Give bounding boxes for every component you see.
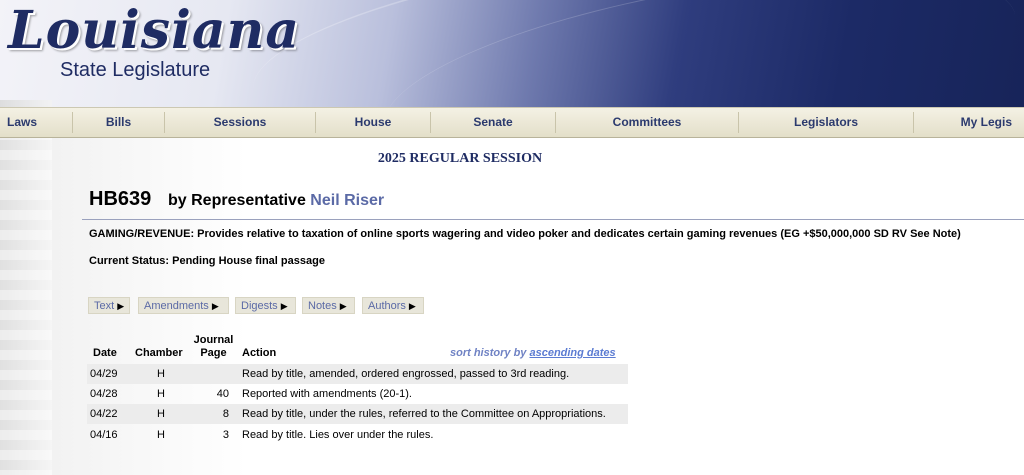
tab-amendments[interactable]: Amendments ▶ [138,297,229,314]
col-header-action: Action [242,347,277,359]
nav-legislators[interactable]: Legislators [739,108,913,137]
tab-text[interactable]: Text ▶ [88,297,130,314]
row-journal-page: 8 [222,408,229,420]
sort-prefix: sort history by [450,347,527,359]
tab-notes-label: Notes [308,300,337,312]
row-journal-page: 3 [222,429,229,441]
row-chamber: H [157,388,165,400]
representative-link[interactable]: Neil Riser [310,192,384,209]
row-action: Reported with amendments (20-1). [242,388,412,400]
tab-amendments-label: Amendments [144,300,209,312]
tab-digests[interactable]: Digests ▶ [235,297,296,314]
bill-number: HB639 [89,188,152,210]
status-value: Pending House final passage [172,255,325,267]
play-arrow-icon: ▶ [339,301,347,311]
row-chamber: H [157,408,165,420]
table-row: 04/16 H 3 Read by title. Lies over under… [87,425,628,445]
tab-authors-label: Authors [368,300,406,312]
tab-digests-label: Digests [241,300,278,312]
col-header-chamber: Chamber [135,347,183,359]
row-action: Read by title, under the rules, referred… [242,408,606,420]
row-action: Read by title, amended, ordered engrosse… [242,368,570,380]
nav-sessions[interactable]: Sessions [165,108,315,137]
sort-ascending-link[interactable]: ascending dates [529,347,615,359]
site-logo-subtitle[interactable]: State Legislature [60,59,210,82]
table-row: 04/29 H Read by title, amended, ordered … [87,364,628,384]
play-arrow-icon: ▶ [211,301,219,311]
bill-author-line: by Representative Neil Riser [168,192,384,210]
main-nav: Laws Bills Sessions House Senate Committ… [0,107,1024,138]
session-title: 2025 REGULAR SESSION [377,151,543,166]
row-date: 04/28 [90,388,118,400]
tab-notes[interactable]: Notes ▶ [302,297,355,314]
table-row: 04/28 H 40 Reported with amendments (20-… [87,384,628,404]
site-banner: Louisiana State Legislature [0,0,1024,107]
bill-status: Current Status: Pending House final pass… [89,255,325,267]
nav-senate[interactable]: Senate [431,108,555,137]
row-date: 04/22 [90,408,118,420]
col-header-page: Page [200,347,227,359]
row-date: 04/29 [90,368,118,380]
col-header-journal: Journal [193,334,234,346]
tab-authors[interactable]: Authors ▶ [362,297,424,314]
nav-committees[interactable]: Committees [556,108,738,137]
nav-my-legis[interactable]: My Legis [914,108,1024,137]
sort-history: sort history by ascending dates [450,347,616,359]
status-label: Current Status: [89,255,170,267]
divider [82,219,1024,220]
play-arrow-icon: ▶ [280,301,288,311]
nav-house[interactable]: House [316,108,430,137]
nav-bills[interactable]: Bills [73,108,164,137]
col-header-date: Date [93,347,117,359]
table-row: 04/22 H 8 Read by title, under the rules… [87,404,628,424]
row-action: Read by title. Lies over under the rules… [242,429,434,441]
bill-description: GAMING/REVENUE: Provides relative to tax… [89,228,961,240]
row-chamber: H [157,429,165,441]
nav-laws[interactable]: Laws [0,108,44,137]
row-date: 04/16 [90,429,118,441]
play-arrow-icon: ▶ [117,301,125,311]
tab-text-label: Text [94,300,115,312]
site-logo[interactable]: Louisiana [8,0,300,61]
row-chamber: H [157,368,165,380]
play-arrow-icon: ▶ [408,301,416,311]
author-prefix: by Representative [168,192,306,209]
capitol-building-image [0,100,52,475]
row-journal-page: 40 [216,388,229,400]
